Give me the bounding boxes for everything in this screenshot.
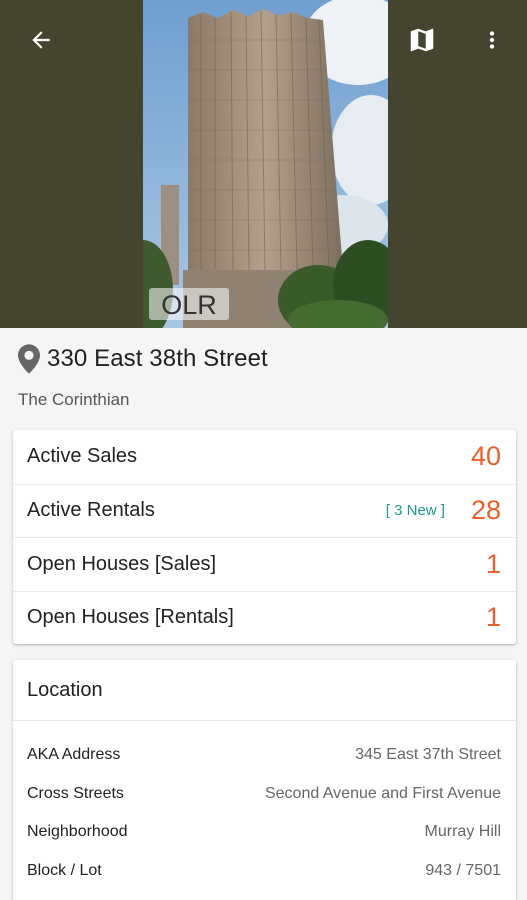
- detail-key: Block / Lot: [27, 862, 102, 879]
- stat-label: Active Rentals: [27, 499, 155, 522]
- more-options-button[interactable]: [472, 22, 512, 58]
- listings-summary-card: Active Sales 40 Active Rentals [ 3 New ]…: [13, 430, 516, 644]
- stat-label: Open Houses [Rentals]: [27, 606, 234, 629]
- detail-value: Murray Hill: [424, 823, 501, 840]
- address-row: 330 East 38th Street: [18, 344, 268, 374]
- arrow-back-icon: [32, 31, 50, 49]
- detail-key: AKA Address: [27, 746, 121, 763]
- stat-row-open-houses-rentals[interactable]: Open Houses [Rentals] 1: [13, 590, 516, 645]
- detail-value: Second Avenue and First Avenue: [264, 785, 501, 802]
- building-name: The Corinthian: [18, 390, 130, 409]
- stat-row-active-sales[interactable]: Active Sales 40: [13, 430, 516, 484]
- back-button[interactable]: [21, 22, 61, 58]
- location-card: Location AKA Address 345 East 37th Stree…: [13, 660, 516, 900]
- stat-label: Active Sales: [27, 445, 138, 468]
- stat-row-open-houses-sales[interactable]: Open Houses [Sales] 1: [13, 537, 516, 591]
- stat-value: 40: [470, 441, 501, 472]
- stat-value: 28: [470, 495, 501, 526]
- detail-row-aka-address: AKA Address 345 East 37th Street: [27, 746, 501, 764]
- more-vert-icon: [489, 31, 495, 49]
- detail-row-block-lot: Block / Lot 943 / 7501: [27, 862, 501, 880]
- stat-row-active-rentals[interactable]: Active Rentals [ 3 New ] 28: [13, 483, 516, 538]
- map-button[interactable]: [402, 22, 442, 58]
- building-photo[interactable]: OLR: [143, 0, 388, 328]
- stat-label: Open Houses [Sales]: [27, 552, 216, 575]
- map-icon: [410, 28, 434, 52]
- photo-watermark: OLR: [161, 290, 217, 320]
- detail-row-neighborhood: Neighborhood Murray Hill: [27, 823, 501, 841]
- detail-row-cross-streets: Cross Streets Second Avenue and First Av…: [27, 785, 501, 803]
- building-photo-image: OLR: [143, 0, 388, 328]
- new-listings-badge: [ 3 New ]: [385, 502, 445, 520]
- detail-value: 345 East 37th Street: [355, 746, 501, 763]
- detail-key: Neighborhood: [27, 823, 128, 840]
- location-pin-icon: [18, 344, 40, 374]
- stat-value: 1: [485, 548, 501, 579]
- detail-key: Cross Streets: [27, 785, 124, 802]
- location-header: Location: [13, 660, 516, 721]
- building-address: 330 East 38th Street: [47, 345, 268, 372]
- stat-value: 1: [485, 602, 501, 633]
- detail-value: 943 / 7501: [425, 862, 501, 879]
- hero-header: OLR: [0, 0, 527, 328]
